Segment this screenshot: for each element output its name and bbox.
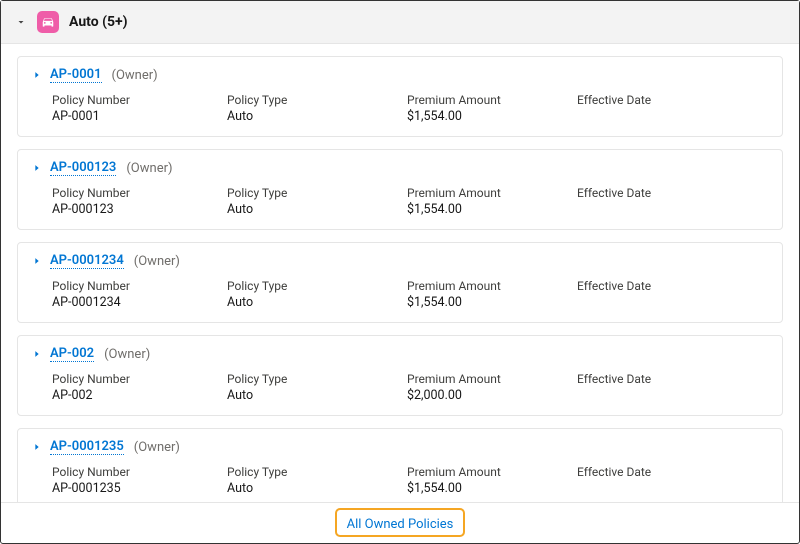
policy-card: AP-000123 (Owner) Policy Number AP-00012…	[17, 149, 783, 230]
field-value: Auto	[227, 481, 407, 496]
policy-fields: Policy Number AP-0001 Policy Type Auto P…	[32, 93, 768, 124]
field-value: $1,554.00	[407, 202, 577, 217]
field-label: Effective Date	[577, 279, 768, 293]
field-label: Premium Amount	[407, 465, 577, 479]
field-policy-type: Policy Type Auto	[227, 372, 407, 403]
field-policy-number: Policy Number AP-0001235	[52, 465, 227, 496]
chevron-down-icon[interactable]	[15, 16, 27, 28]
field-label: Effective Date	[577, 186, 768, 200]
field-premium-amount: Premium Amount $1,554.00	[407, 279, 577, 310]
section-header: Auto (5+)	[1, 1, 799, 44]
field-value: Auto	[227, 202, 407, 217]
policy-fields: Policy Number AP-002 Policy Type Auto Pr…	[32, 372, 768, 403]
field-policy-type: Policy Type Auto	[227, 93, 407, 124]
policy-id-link[interactable]: AP-0001	[50, 67, 102, 83]
field-label: Premium Amount	[407, 186, 577, 200]
field-label: Effective Date	[577, 465, 768, 479]
field-policy-type: Policy Type Auto	[227, 186, 407, 217]
field-premium-amount: Premium Amount $1,554.00	[407, 93, 577, 124]
chevron-right-icon[interactable]	[32, 163, 42, 173]
policy-card: AP-0001234 (Owner) Policy Number AP-0001…	[17, 242, 783, 323]
policy-card: AP-002 (Owner) Policy Number AP-002 Poli…	[17, 335, 783, 416]
field-premium-amount: Premium Amount $1,554.00	[407, 465, 577, 496]
policy-card: AP-0001 (Owner) Policy Number AP-0001 Po…	[17, 56, 783, 137]
field-label: Premium Amount	[407, 372, 577, 386]
field-label: Policy Type	[227, 372, 407, 386]
field-label: Policy Type	[227, 186, 407, 200]
chevron-right-icon[interactable]	[32, 442, 42, 452]
policy-id-link[interactable]: AP-0001234	[50, 253, 124, 269]
field-effective-date: Effective Date	[577, 372, 768, 403]
field-policy-type: Policy Type Auto	[227, 279, 407, 310]
field-value: $1,554.00	[407, 295, 577, 310]
policy-card-header: AP-000123 (Owner)	[32, 160, 768, 176]
chevron-right-icon[interactable]	[32, 70, 42, 80]
field-label: Policy Number	[52, 93, 227, 107]
field-policy-number: Policy Number AP-000123	[52, 186, 227, 217]
field-policy-number: Policy Number AP-002	[52, 372, 227, 403]
policy-fields: Policy Number AP-0001235 Policy Type Aut…	[32, 465, 768, 496]
field-premium-amount: Premium Amount $2,000.00	[407, 372, 577, 403]
owner-label: (Owner)	[126, 161, 172, 176]
policy-id-link[interactable]: AP-002	[50, 346, 94, 362]
policy-fields: Policy Number AP-0001234 Policy Type Aut…	[32, 279, 768, 310]
all-owned-policies-highlight: All Owned Policies	[335, 508, 466, 537]
owner-label: (Owner)	[112, 68, 158, 83]
policy-card: AP-0001235 (Owner) Policy Number AP-0001…	[17, 428, 783, 502]
field-label: Effective Date	[577, 93, 768, 107]
section-title: Auto (5+)	[69, 14, 128, 30]
policy-list: AP-0001 (Owner) Policy Number AP-0001 Po…	[1, 44, 799, 502]
field-value: $2,000.00	[407, 388, 577, 403]
policy-card-header: AP-002 (Owner)	[32, 346, 768, 362]
field-label: Policy Number	[52, 186, 227, 200]
owner-label: (Owner)	[134, 440, 180, 455]
field-label: Policy Number	[52, 279, 227, 293]
chevron-right-icon[interactable]	[32, 349, 42, 359]
policy-fields: Policy Number AP-000123 Policy Type Auto…	[32, 186, 768, 217]
field-value: AP-002	[52, 388, 227, 403]
policy-card-header: AP-0001235 (Owner)	[32, 439, 768, 455]
field-effective-date: Effective Date	[577, 465, 768, 496]
car-icon	[37, 11, 59, 33]
field-label: Effective Date	[577, 372, 768, 386]
field-value: $1,554.00	[407, 109, 577, 124]
policy-id-link[interactable]: AP-000123	[50, 160, 116, 176]
field-value: AP-0001	[52, 109, 227, 124]
field-policy-number: Policy Number AP-0001234	[52, 279, 227, 310]
field-label: Policy Type	[227, 465, 407, 479]
field-policy-number: Policy Number AP-0001	[52, 93, 227, 124]
field-value: Auto	[227, 295, 407, 310]
field-value: AP-0001234	[52, 295, 227, 310]
field-premium-amount: Premium Amount $1,554.00	[407, 186, 577, 217]
all-owned-policies-link[interactable]: All Owned Policies	[347, 517, 454, 532]
policy-card-header: AP-0001 (Owner)	[32, 67, 768, 83]
owner-label: (Owner)	[104, 347, 150, 362]
field-effective-date: Effective Date	[577, 186, 768, 217]
chevron-right-icon[interactable]	[32, 256, 42, 266]
policy-id-link[interactable]: AP-0001235	[50, 439, 124, 455]
field-value: AP-0001235	[52, 481, 227, 496]
field-value: Auto	[227, 388, 407, 403]
field-label: Policy Type	[227, 279, 407, 293]
field-label: Policy Number	[52, 465, 227, 479]
field-value: Auto	[227, 109, 407, 124]
field-label: Policy Number	[52, 372, 227, 386]
policy-card-header: AP-0001234 (Owner)	[32, 253, 768, 269]
field-value: $1,554.00	[407, 481, 577, 496]
field-effective-date: Effective Date	[577, 93, 768, 124]
list-footer: All Owned Policies	[1, 502, 799, 543]
field-label: Premium Amount	[407, 279, 577, 293]
field-label: Policy Type	[227, 93, 407, 107]
owner-label: (Owner)	[134, 254, 180, 269]
field-policy-type: Policy Type Auto	[227, 465, 407, 496]
field-value: AP-000123	[52, 202, 227, 217]
field-label: Premium Amount	[407, 93, 577, 107]
field-effective-date: Effective Date	[577, 279, 768, 310]
